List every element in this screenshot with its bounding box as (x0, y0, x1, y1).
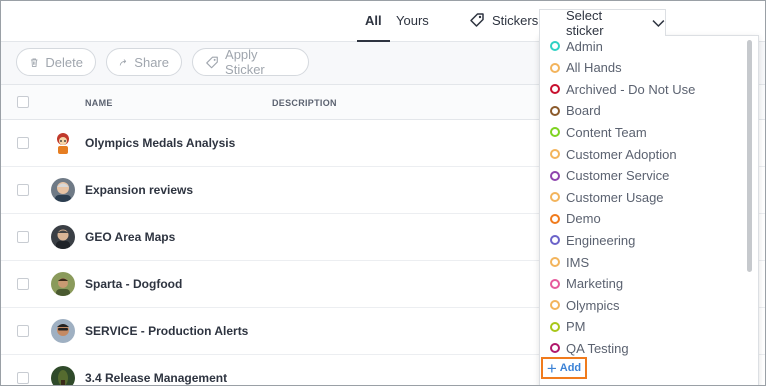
avatar (51, 366, 75, 385)
sticker-option[interactable]: IMS (550, 253, 589, 271)
share-button[interactable]: Share (106, 48, 182, 76)
app-window: All Yours Stickers Delete Share Apply St… (0, 0, 766, 386)
select-all-checkbox[interactable] (17, 96, 29, 108)
avatar (51, 319, 75, 343)
sticker-option[interactable]: Customer Usage (550, 188, 664, 206)
avatar (51, 178, 75, 202)
row-checkbox[interactable] (17, 278, 29, 290)
avatar (51, 225, 75, 249)
delete-label: Delete (45, 54, 83, 70)
sticker-color-icon (550, 62, 560, 73)
row-checkbox[interactable] (17, 184, 29, 196)
sticker-option-label: Content Team (566, 124, 647, 140)
sticker-color-icon (550, 213, 560, 224)
sticker-color-icon (550, 127, 560, 138)
apply-sticker-button[interactable]: Apply Sticker (192, 47, 309, 77)
sticker-color-icon (550, 300, 560, 311)
sticker-option-label: Olympics (566, 297, 620, 313)
add-sticker-label: Add (559, 362, 582, 374)
tag-icon (470, 13, 484, 27)
row-checkbox[interactable] (17, 231, 29, 243)
column-header-name[interactable]: NAME (85, 98, 113, 108)
sticker-option[interactable]: Olympics (550, 296, 619, 314)
sticker-option-label: PM (566, 319, 586, 335)
sticker-option-label: Admin (566, 38, 603, 54)
row-checkbox[interactable] (17, 325, 29, 337)
avatar (51, 131, 75, 155)
sticker-color-icon (550, 170, 560, 181)
sticker-color-icon (550, 41, 560, 51)
share-arrow-icon (119, 58, 127, 66)
sticker-list-scrollbar[interactable] (747, 40, 752, 272)
sticker-option-label: All Hands (566, 60, 622, 76)
sticker-option-label: QA Testing (566, 340, 629, 356)
select-sticker-label: Select sticker (566, 8, 604, 38)
sticker-option-label: Demo (566, 211, 601, 227)
sticker-option[interactable]: Engineering (550, 231, 635, 249)
sticker-color-icon (550, 235, 560, 246)
sticker-option-label: Marketing (566, 276, 624, 292)
sticker-list: Admin All Hands Archived - Do Not Use Board… (539, 35, 759, 385)
stickers-label: Stickers (492, 12, 539, 28)
row-name[interactable]: Expansion reviews (85, 183, 193, 197)
sticker-option-label: Customer Service (566, 168, 670, 184)
sticker-color-icon (550, 149, 560, 159)
row-name[interactable]: Sparta - Dogfood (85, 277, 182, 291)
sticker-option[interactable]: Content Team (550, 123, 647, 141)
add-sticker-button[interactable]: + Add (541, 357, 587, 379)
avatar (51, 272, 75, 296)
delete-button[interactable]: Delete (16, 48, 96, 76)
chevron-down-icon (652, 19, 665, 27)
row-name[interactable]: 3.4 Release Management (85, 371, 227, 385)
row-name[interactable]: Olympics Medals Analysis (85, 136, 235, 150)
plus-icon: + (546, 358, 557, 378)
sticker-option-label: Archived - Do Not Use (566, 81, 696, 97)
sticker-option-label: Board (566, 103, 601, 119)
column-header-description[interactable]: DESCRIPTION (272, 98, 337, 108)
sticker-option-label: IMS (566, 254, 590, 270)
sticker-option[interactable]: Archived - Do Not Use (550, 80, 695, 98)
sticker-option[interactable]: QA Testing (550, 339, 629, 357)
row-name[interactable]: SERVICE - Production Alerts (85, 324, 248, 338)
sticker-option[interactable]: Customer Service (550, 167, 669, 185)
tag-icon (206, 56, 218, 68)
sticker-color-icon (550, 105, 560, 116)
sticker-color-icon (550, 84, 560, 95)
share-label: Share (134, 54, 169, 70)
sticker-color-icon (550, 192, 560, 203)
select-sticker-dropdown[interactable]: Select sticker (539, 8, 666, 38)
sticker-color-icon (550, 257, 560, 267)
sticker-color-icon (550, 343, 560, 354)
sticker-option-label: Customer Adoption (566, 146, 677, 162)
sticker-option[interactable]: Demo (550, 210, 601, 228)
row-checkbox[interactable] (17, 372, 29, 384)
sticker-option[interactable]: Marketing (550, 275, 623, 293)
stickers-tab[interactable]: Stickers (469, 12, 538, 28)
sticker-option-label: Engineering (566, 232, 636, 248)
row-name[interactable]: GEO Area Maps (85, 230, 175, 244)
sticker-color-icon (550, 321, 560, 332)
sticker-option-label: Customer Usage (566, 189, 664, 205)
tab-all[interactable]: All (357, 13, 390, 42)
row-checkbox[interactable] (17, 137, 29, 149)
sticker-option[interactable]: PM (550, 318, 586, 336)
tab-yours[interactable]: Yours (396, 13, 429, 28)
sticker-option[interactable]: All Hands (550, 59, 622, 77)
sticker-option[interactable]: Admin (550, 37, 603, 55)
apply-sticker-label: Apply Sticker (225, 47, 265, 77)
sticker-option[interactable]: Board (550, 102, 601, 120)
sticker-option[interactable]: Customer Adoption (550, 145, 677, 163)
sticker-color-icon (550, 278, 560, 289)
trash-icon (30, 57, 38, 67)
